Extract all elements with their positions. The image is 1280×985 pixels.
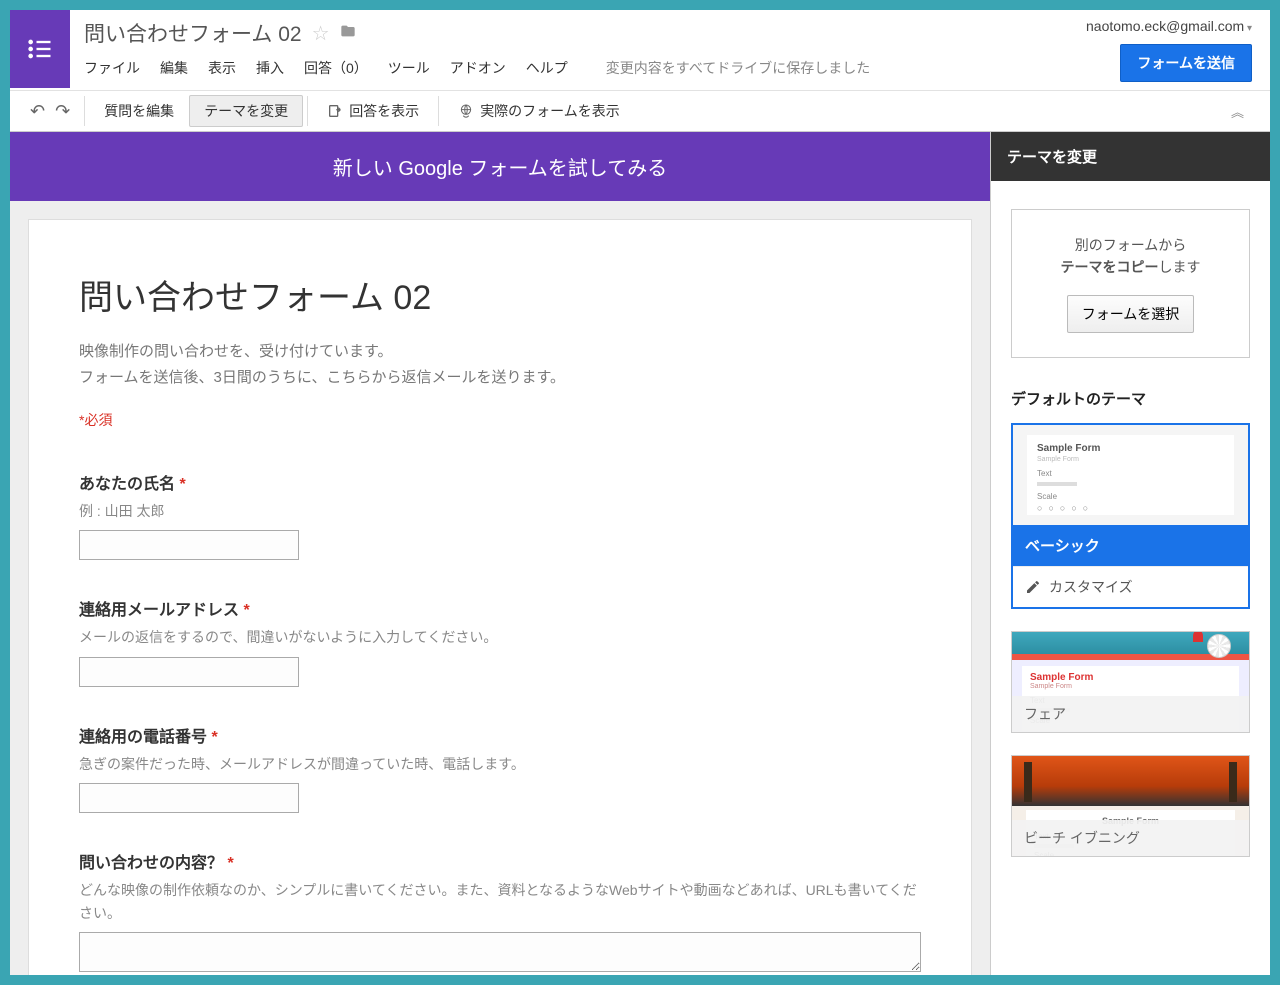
theme-preview: Sample Form Sample Form Text Scale ○○○○○: [1013, 425, 1248, 525]
menu-insert[interactable]: 挿入: [256, 58, 284, 78]
question-content: 問い合わせの内容？ * どんな映像の制作依頼なのか、シンプルに書いてください。ま…: [79, 849, 921, 975]
name-input[interactable]: [79, 530, 299, 560]
change-theme-button[interactable]: テーマを変更: [189, 95, 303, 127]
edit-questions-label: 質問を編集: [104, 101, 174, 121]
toolbar: ↶ ↷ 質問を編集 テーマを変更 回答を表示 実際のフォームを表示 ︽: [10, 90, 1270, 132]
menu-bar: ファイル 編集 表示 挿入 回答（0） ツール アドオン ヘルプ 変更内容をすべ…: [84, 58, 1054, 78]
body-area: 新しい Google フォームを試してみる 問い合わせフォーム 02 映像制作の…: [10, 132, 1270, 975]
pencil-icon: [1025, 579, 1041, 595]
theme-card-fair[interactable]: Sample Form Sample Form Text Scale フェア: [1011, 631, 1250, 733]
form-preview-card: 問い合わせフォーム 02 映像制作の問い合わせを、受け付けています。 フォームを…: [28, 219, 972, 975]
toolbar-separator: [438, 96, 439, 126]
theme-name: ビーチ イブニング: [1012, 820, 1249, 856]
toolbar-separator: [307, 96, 308, 126]
question-phone: 連絡用の電話番号 * 急ぎの案件だった時、メールアドレスが間違っていた時、電話し…: [79, 723, 921, 813]
undo-redo-group: ↶ ↷: [20, 101, 80, 122]
export-icon: [327, 103, 343, 119]
question-help: メールの返信をするので、間違いがないように入力してください。: [79, 626, 921, 648]
menu-responses[interactable]: 回答（0）: [304, 58, 368, 78]
header-right: naotomo.eck@gmail.com フォームを送信: [1068, 10, 1270, 90]
show-responses-label: 回答を表示: [349, 101, 419, 121]
collapse-toolbar-icon[interactable]: ︽: [1231, 102, 1244, 121]
side-panel-header: テーマを変更: [991, 132, 1270, 181]
form-description-line: 映像制作の問い合わせを、受け付けています。: [79, 339, 921, 365]
menu-addons[interactable]: アドオン: [450, 58, 506, 78]
question-label: 連絡用メールアドレス *: [79, 596, 921, 620]
undo-button[interactable]: ↶: [30, 101, 45, 122]
menu-help[interactable]: ヘルプ: [526, 58, 568, 78]
customize-label: カスタマイズ: [1049, 577, 1133, 597]
form-title: 問い合わせフォーム 02: [79, 270, 921, 319]
view-live-form-label: 実際のフォームを表示: [480, 101, 620, 121]
required-note: *必須: [79, 410, 921, 430]
theme-preview-title: Sample Form: [1030, 672, 1231, 683]
redo-button[interactable]: ↷: [55, 101, 70, 122]
required-asterisk: *: [227, 855, 233, 872]
save-status: 変更内容をすべてドライブに保存しました: [606, 58, 870, 78]
question-help: どんな映像の制作依頼なのか、シンプルに書いてください。また、資料となるようなWe…: [79, 879, 921, 924]
app-header: 問い合わせフォーム 02 ☆ ファイル 編集 表示 挿入 回答（0） ツール ア…: [10, 10, 1270, 90]
title-row: 問い合わせフォーム 02 ☆: [84, 18, 1054, 48]
menu-view[interactable]: 表示: [208, 58, 236, 78]
select-form-button[interactable]: フォームを選択: [1067, 295, 1195, 333]
question-label-text: 連絡用の電話番号: [79, 729, 207, 746]
email-input[interactable]: [79, 657, 299, 687]
question-label: 連絡用の電話番号 *: [79, 723, 921, 747]
app-window: 問い合わせフォーム 02 ☆ ファイル 編集 表示 挿入 回答（0） ツール ア…: [10, 10, 1270, 975]
edit-questions-button[interactable]: 質問を編集: [89, 95, 189, 127]
form-description: 映像制作の問い合わせを、受け付けています。 フォームを送信後、3日間のうちに、こ…: [79, 339, 921, 390]
drawer-menu-button[interactable]: [10, 10, 70, 88]
content-textarea[interactable]: [79, 932, 921, 972]
required-asterisk: *: [179, 476, 185, 493]
form-description-line: フォームを送信後、3日間のうちに、こちらから返信メールを送ります。: [79, 365, 921, 391]
main-column: 新しい Google フォームを試してみる 問い合わせフォーム 02 映像制作の…: [10, 132, 990, 975]
send-form-button[interactable]: フォームを送信: [1120, 44, 1252, 82]
change-theme-label: テーマを変更: [204, 101, 288, 121]
copy-text-bold: テーマをコピー: [1061, 259, 1159, 275]
copy-theme-box: 別のフォームから テーマをコピーします フォームを選択: [1011, 209, 1250, 358]
show-responses-button[interactable]: 回答を表示: [312, 95, 434, 127]
question-label: あなたの氏名 *: [79, 470, 921, 494]
phone-input[interactable]: [79, 783, 299, 813]
default-themes-heading: デフォルトのテーマ: [991, 378, 1270, 423]
question-name: あなたの氏名 * 例 : 山田 太郎: [79, 470, 921, 560]
copy-theme-text: 別のフォームから テーマをコピーします: [1030, 234, 1231, 279]
question-label-text: あなたの氏名: [79, 476, 175, 493]
required-asterisk: *: [211, 729, 217, 746]
header-main: 問い合わせフォーム 02 ☆ ファイル 編集 表示 挿入 回答（0） ツール ア…: [70, 10, 1068, 78]
theme-card-basic[interactable]: Sample Form Sample Form Text Scale ○○○○○…: [1011, 423, 1250, 609]
star-icon[interactable]: ☆: [312, 21, 330, 46]
menu-tools[interactable]: ツール: [388, 58, 430, 78]
new-forms-promo-banner[interactable]: 新しい Google フォームを試してみる: [10, 132, 990, 201]
theme-card-beach-evening[interactable]: Sample Form Text Scale ビーチ イブニング: [1011, 755, 1250, 857]
theme-name: フェア: [1012, 696, 1249, 732]
question-label: 問い合わせの内容？ *: [79, 849, 921, 873]
theme-preview-title: Sample Form: [1037, 443, 1224, 454]
folder-icon[interactable]: [340, 22, 356, 45]
user-account[interactable]: naotomo.eck@gmail.com: [1086, 18, 1252, 34]
question-label-text: 問い合わせの内容？: [79, 855, 223, 872]
theme-customize-button[interactable]: カスタマイズ: [1013, 566, 1248, 607]
theme-name: ベーシック: [1013, 525, 1248, 566]
question-email: 連絡用メールアドレス * メールの返信をするので、間違いがないように入力してくだ…: [79, 596, 921, 686]
globe-icon: [458, 103, 474, 119]
document-title[interactable]: 問い合わせフォーム 02: [84, 18, 302, 48]
copy-text-suffix: します: [1159, 259, 1201, 275]
view-live-form-button[interactable]: 実際のフォームを表示: [443, 95, 635, 127]
list-icon: [26, 35, 54, 63]
menu-file[interactable]: ファイル: [84, 58, 140, 78]
menu-edit[interactable]: 編集: [160, 58, 188, 78]
question-help: 例 : 山田 太郎: [79, 500, 921, 522]
question-label-text: 連絡用メールアドレス: [79, 602, 239, 619]
required-asterisk: *: [243, 602, 249, 619]
theme-side-panel: テーマを変更 別のフォームから テーマをコピーします フォームを選択 デフォルト…: [990, 132, 1270, 975]
toolbar-separator: [84, 96, 85, 126]
copy-text-prefix: 別のフォームから: [1075, 237, 1187, 253]
question-help: 急ぎの案件だった時、メールアドレスが間違っていた時、電話します。: [79, 753, 921, 775]
